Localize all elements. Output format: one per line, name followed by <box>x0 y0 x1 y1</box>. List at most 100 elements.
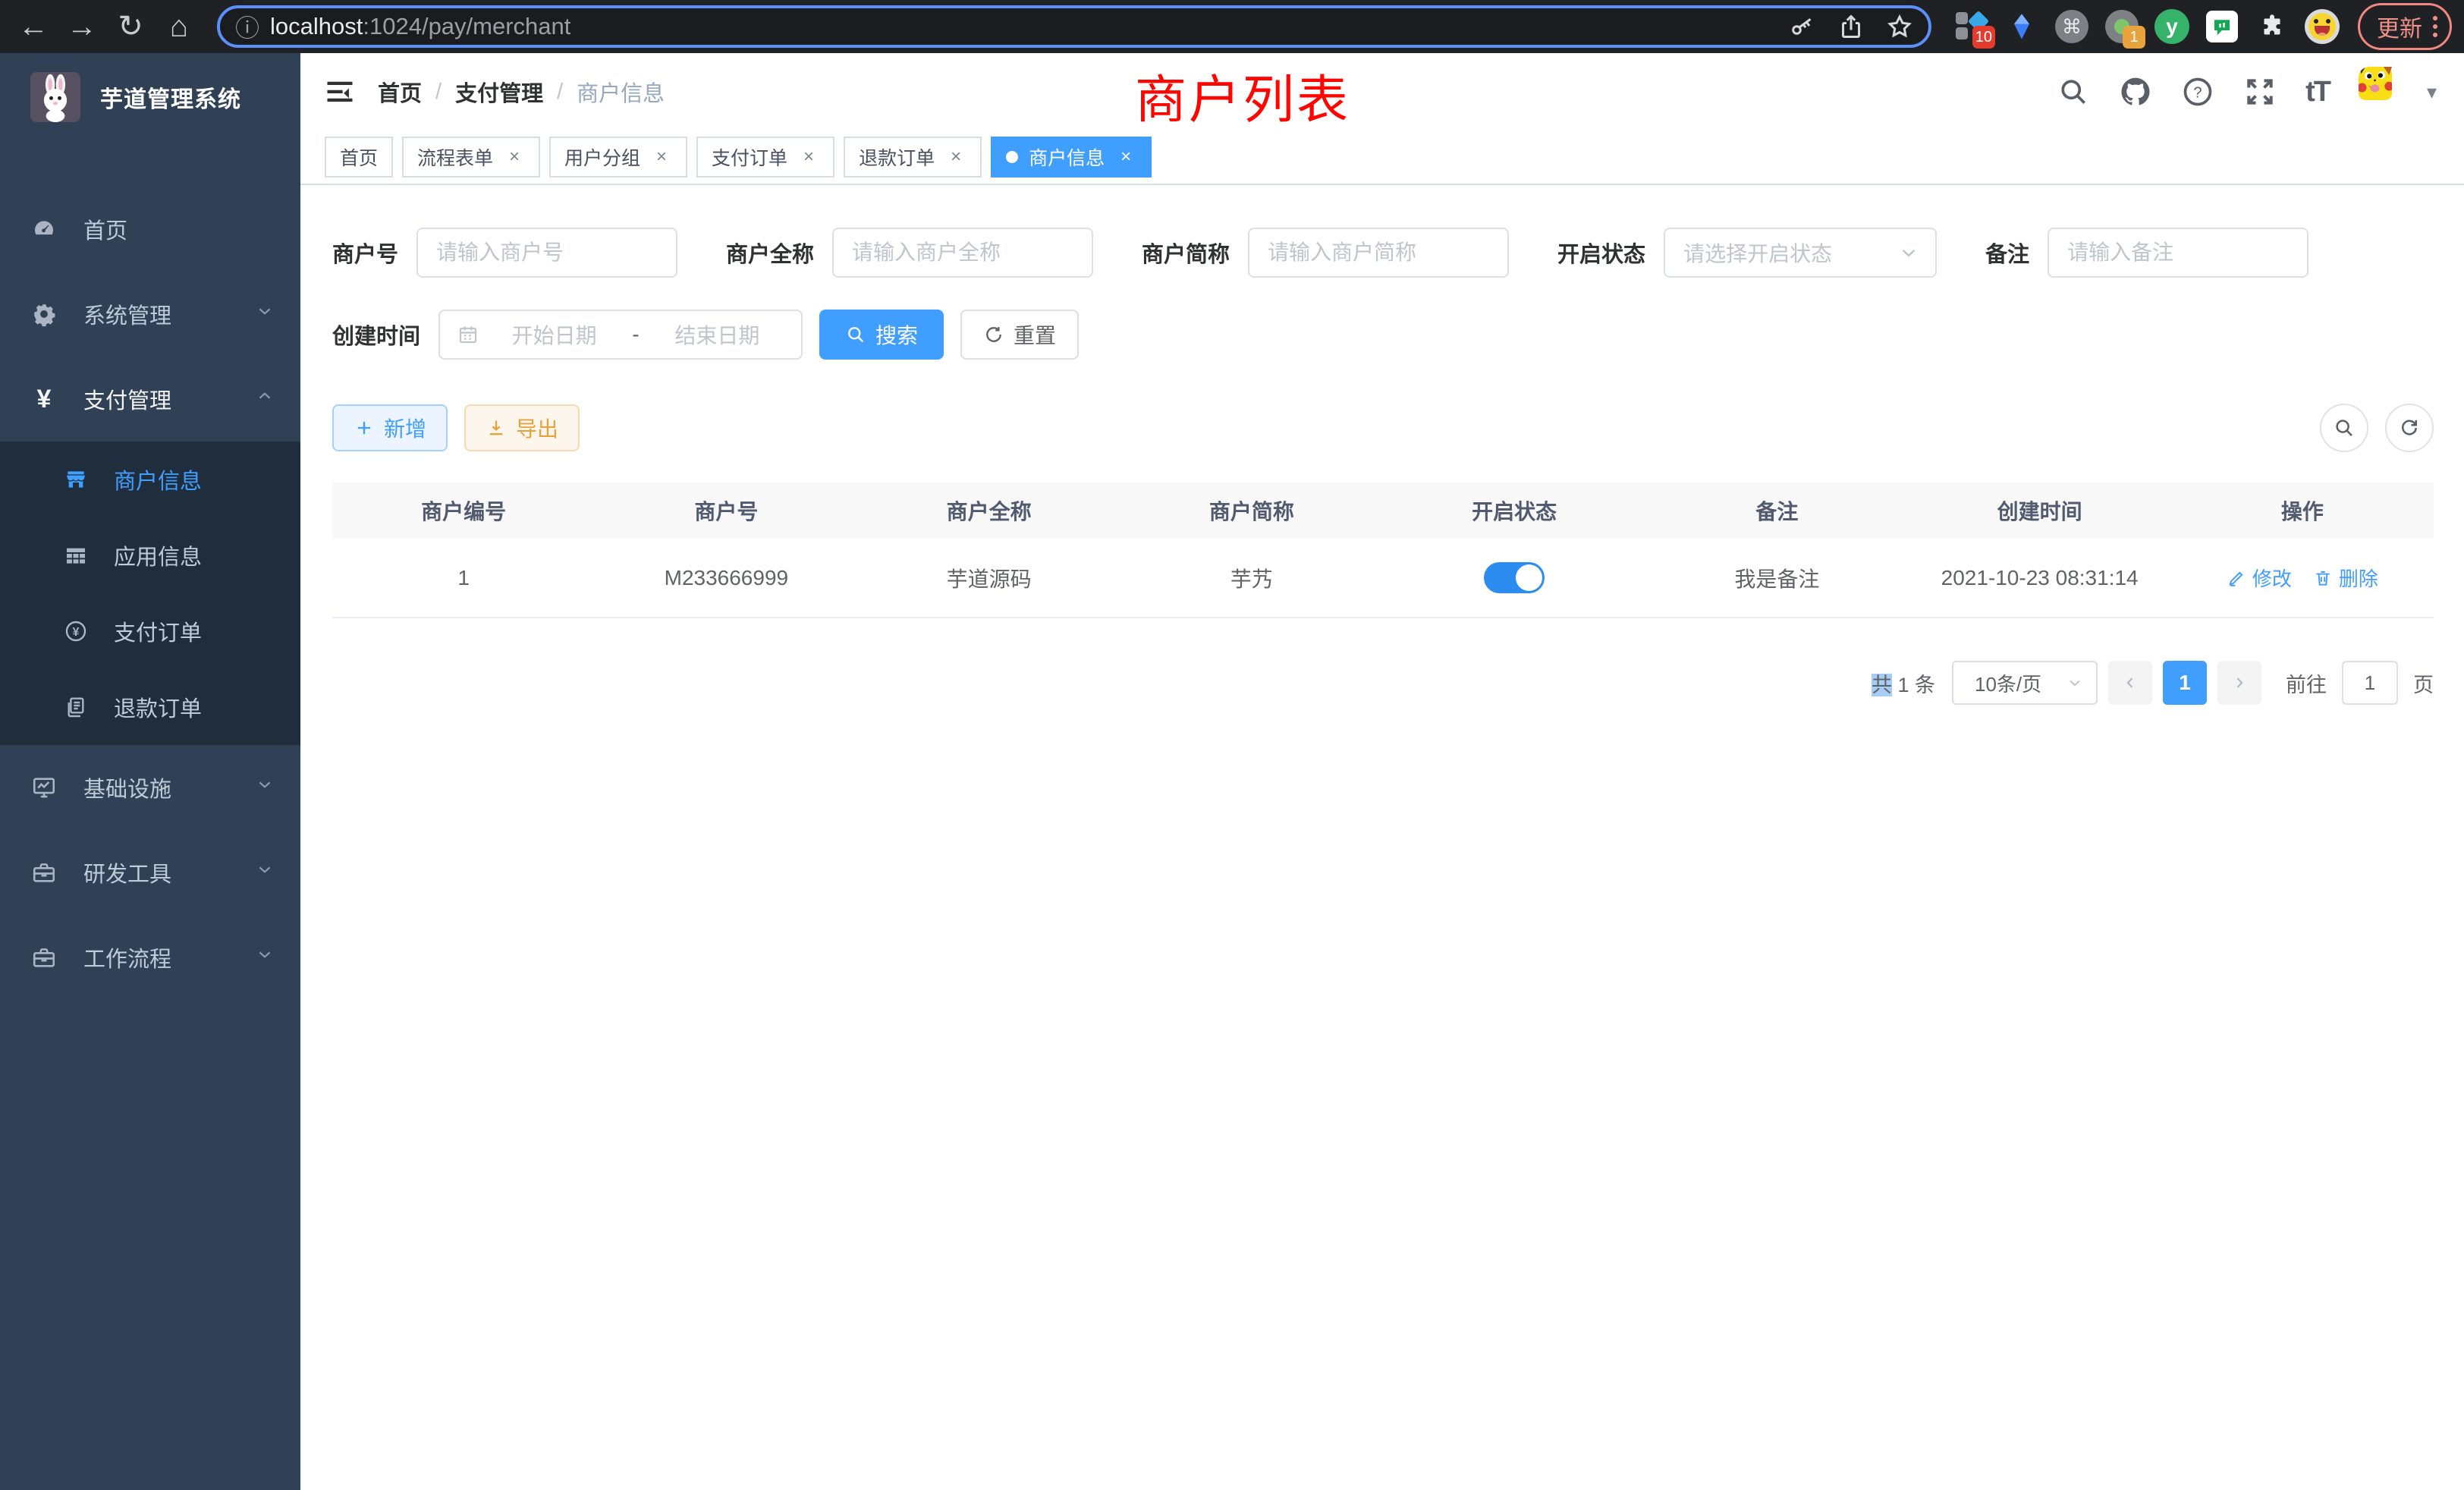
browser-update-button[interactable]: 更新 <box>2358 3 2452 50</box>
sidebar-item-refund-order[interactable]: 退款订单 <box>0 669 300 745</box>
remark-input[interactable] <box>2048 228 2308 278</box>
toggle-search-button[interactable] <box>2320 404 2368 452</box>
help-icon[interactable]: ? <box>2181 75 2214 108</box>
next-page-button[interactable] <box>2217 661 2261 705</box>
yen-icon: ¥ <box>30 385 58 413</box>
tab-merchant-info[interactable]: 商户信息 × <box>991 137 1152 178</box>
gear-icon <box>30 300 58 328</box>
breadcrumb-separator: / <box>435 80 442 105</box>
font-size-icon[interactable]: tT <box>2305 76 2330 108</box>
download-icon <box>486 417 507 439</box>
edit-button[interactable]: 修改 <box>2227 564 2292 592</box>
full-name-input[interactable] <box>832 228 1093 278</box>
add-button-label: 新增 <box>384 413 426 443</box>
extensions-puzzle-icon[interactable] <box>2255 9 2290 44</box>
close-icon[interactable]: × <box>651 146 672 168</box>
monitor-chart-icon <box>30 774 58 801</box>
user-avatar[interactable] <box>2359 67 2409 117</box>
active-tab-dot <box>1006 151 1018 163</box>
cell-actions: 修改 删除 <box>2171 539 2434 618</box>
fullscreen-icon[interactable] <box>2243 75 2277 108</box>
tab-home[interactable]: 首页 <box>325 137 393 178</box>
delete-button[interactable]: 删除 <box>2313 564 2378 592</box>
sidebar-item-label: 首页 <box>83 213 127 245</box>
sidebar-item-label: 支付订单 <box>114 615 202 647</box>
search-button[interactable]: 搜索 <box>819 310 944 360</box>
short-name-input[interactable] <box>1248 228 1509 278</box>
browser-menu-icon[interactable] <box>2433 16 2437 37</box>
create-time-range-picker[interactable]: 开始日期 - 结束日期 <box>438 310 803 360</box>
sidebar-item-home[interactable]: 首页 <box>0 187 300 272</box>
chevron-up-icon <box>255 386 275 412</box>
export-button[interactable]: 导出 <box>464 404 580 451</box>
password-key-icon[interactable] <box>1789 13 1816 40</box>
tab-label: 流程表单 <box>417 143 493 171</box>
tab-pay-order[interactable]: 支付订单 × <box>696 137 834 178</box>
tab-process-form[interactable]: 流程表单 × <box>402 137 540 178</box>
hamburger-icon[interactable] <box>323 75 357 108</box>
tab-user-group[interactable]: 用户分组 × <box>549 137 687 178</box>
extension-command-icon[interactable]: ⌘ <box>2054 9 2089 44</box>
status-select[interactable]: 请选择开启状态 <box>1664 228 1937 278</box>
total-count: 1 <box>1897 674 1909 696</box>
search-icon[interactable] <box>2057 75 2090 108</box>
pagination-total: 共 1 条 <box>1872 668 1935 698</box>
prev-page-button[interactable] <box>2108 661 2152 705</box>
extension-status-icon[interactable]: 1 <box>2104 9 2139 44</box>
sidebar-item-app-info[interactable]: 应用信息 <box>0 517 300 593</box>
page-number-1[interactable]: 1 <box>2163 661 2207 705</box>
goto-page-input[interactable] <box>2342 661 2398 705</box>
browser-forward-icon[interactable]: → <box>61 5 103 48</box>
extension-yuque-icon[interactable]: y <box>2154 9 2189 44</box>
url-text[interactable]: localhost:1024/pay/merchant <box>270 13 570 40</box>
share-icon[interactable] <box>1837 13 1865 40</box>
sidebar-item-workflow[interactable]: 工作流程 <box>0 915 300 1000</box>
sidebar-item-dev-tools[interactable]: 研发工具 <box>0 830 300 915</box>
close-icon[interactable]: × <box>1115 146 1136 168</box>
reset-button[interactable]: 重置 <box>960 310 1079 360</box>
grid-table-icon <box>62 542 90 569</box>
url-host: localhost <box>270 13 363 39</box>
breadcrumb-pay[interactable]: 支付管理 <box>455 76 543 108</box>
refresh-table-button[interactable] <box>2385 404 2434 452</box>
merchant-no-input[interactable] <box>416 228 677 278</box>
close-icon[interactable]: × <box>798 146 819 168</box>
chevron-down-icon <box>2066 674 2084 692</box>
add-button[interactable]: 新增 <box>332 404 448 451</box>
sidebar-item-label: 退款订单 <box>114 691 202 723</box>
sidebar-item-merchant-info[interactable]: 商户信息 <box>0 442 300 517</box>
sidebar-item-pay-order[interactable]: ¥ 支付订单 <box>0 593 300 669</box>
svg-text:¥: ¥ <box>73 626 80 639</box>
yen-circle-icon: ¥ <box>62 618 90 645</box>
bookmark-star-icon[interactable] <box>1886 13 1913 40</box>
chevron-right-icon <box>2230 674 2249 692</box>
sidebar-item-pay[interactable]: ¥ 支付管理 <box>0 357 300 442</box>
sidebar-item-system[interactable]: 系统管理 <box>0 272 300 357</box>
app-logo[interactable]: 芋道管理系统 <box>0 53 300 141</box>
tab-refund-order[interactable]: 退款订单 × <box>844 137 982 178</box>
extension-counter-icon[interactable]: 10 <box>1954 9 1989 44</box>
browser-home-icon[interactable]: ⌂ <box>158 5 200 48</box>
store-icon <box>62 466 90 493</box>
extension-badge: 1 <box>2123 26 2145 49</box>
caret-down-icon[interactable]: ▾ <box>2427 80 2437 104</box>
browser-reload-icon[interactable]: ↻ <box>109 5 152 48</box>
site-info-icon[interactable]: ⓘ <box>235 9 259 44</box>
top-navbar: 首页 / 支付管理 / 商户信息 商户列表 ? tT <box>300 53 2464 130</box>
extension-chat-icon[interactable] <box>2205 9 2239 44</box>
address-bar[interactable]: ⓘ localhost:1024/pay/merchant <box>217 5 1931 48</box>
page-size-select[interactable]: 10条/页 <box>1952 661 2098 705</box>
extension-badge: 10 <box>1972 26 1995 49</box>
close-icon[interactable]: × <box>504 146 525 168</box>
app-title: 芋道管理系统 <box>100 80 241 114</box>
extension-emoji-icon[interactable] <box>2305 9 2340 44</box>
extension-kite-icon[interactable] <box>2004 9 2039 44</box>
breadcrumb-home[interactable]: 首页 <box>378 76 422 108</box>
select-placeholder: 请选择开启状态 <box>1683 237 1897 268</box>
browser-back-icon[interactable]: ← <box>12 5 55 48</box>
status-toggle[interactable] <box>1484 562 1545 593</box>
table-header-row: 商户编号 商户号 商户全称 商户简称 开启状态 备注 创建时间 操作 <box>332 483 2434 539</box>
sidebar-item-infra[interactable]: 基础设施 <box>0 745 300 830</box>
close-icon[interactable]: × <box>945 146 966 168</box>
github-icon[interactable] <box>2119 75 2152 108</box>
